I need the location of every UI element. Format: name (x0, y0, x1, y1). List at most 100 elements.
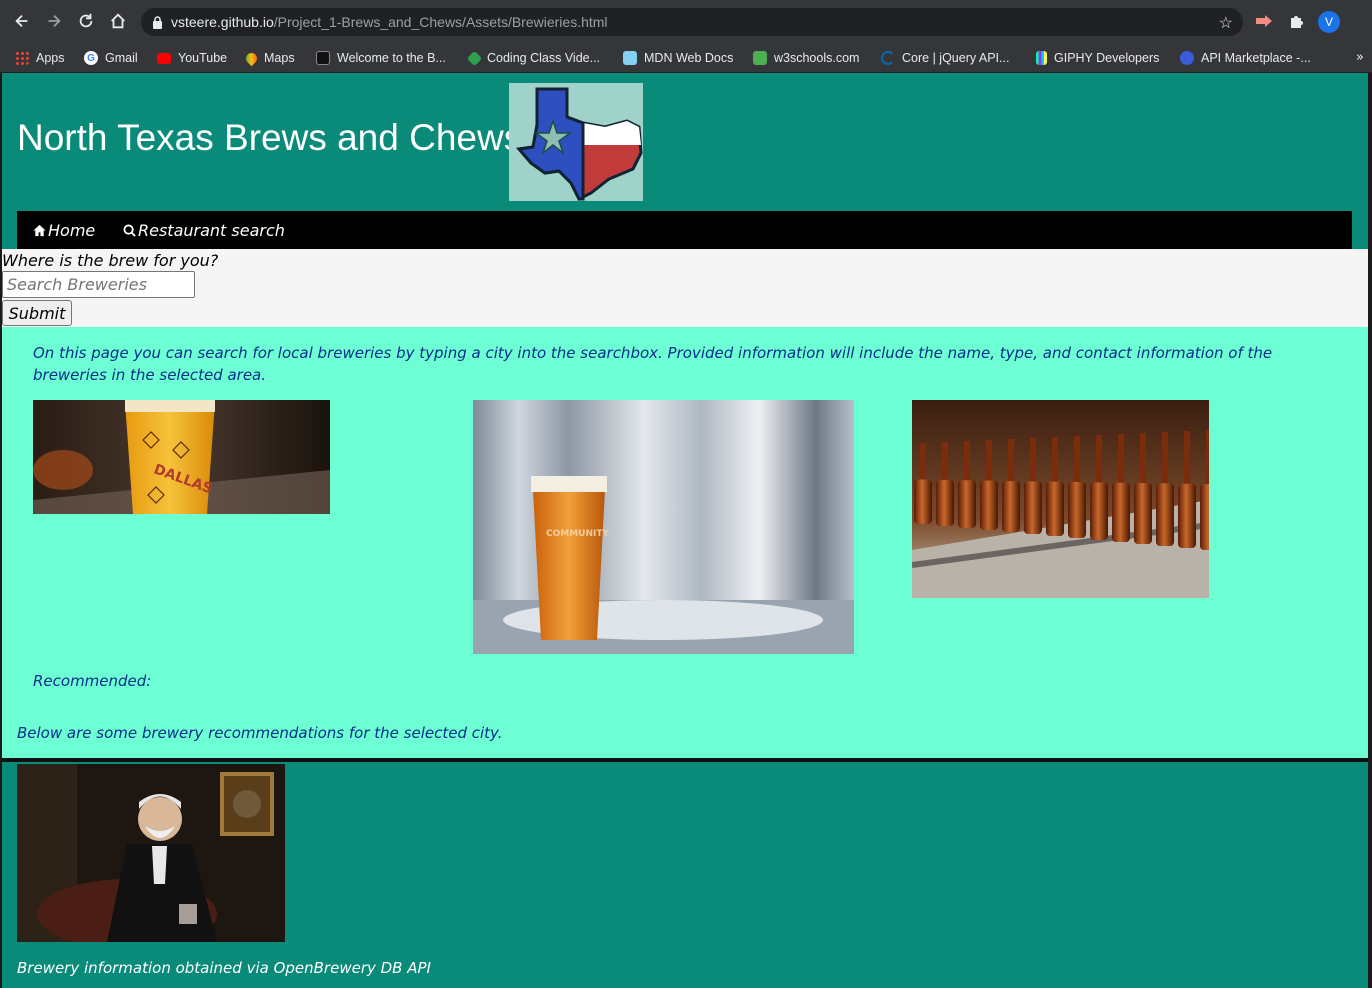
bottle-neck (986, 440, 992, 481)
nav-restaurant-search-link[interactable]: Restaurant search (123, 221, 285, 240)
bookmark-api-marketplace[interactable]: API Marketplace -... (1180, 48, 1311, 68)
bookmark-welcome[interactable]: Welcome to the B... (316, 48, 446, 68)
bottle-shape (1024, 481, 1042, 534)
jquery-icon (881, 51, 895, 65)
bottle-shape (1046, 481, 1064, 536)
bottle-shape (936, 479, 954, 526)
giphy-icon (1036, 51, 1047, 65)
recommendations-description: Below are some brewery recommendations f… (17, 724, 503, 742)
page-title: North Texas Brews and Chews (17, 117, 523, 158)
youtube-icon (157, 52, 171, 64)
bookmark-coding-class[interactable]: Coding Class Vide... (466, 48, 601, 68)
maps-pin-icon (243, 50, 260, 66)
bottle-neck (1030, 438, 1036, 482)
bottle-shape (1068, 481, 1086, 538)
bookmark-label: Core | jQuery API... (902, 51, 1010, 65)
search-form: Where is the brew for you? Submit (2, 249, 1368, 327)
content-section: On this page you can search for local br… (2, 327, 1368, 758)
bookmark-label: YouTube (178, 51, 228, 65)
bookmark-label: w3schools.com (774, 51, 860, 65)
api-credit-text: Brewery information obtained via OpenBre… (17, 959, 431, 977)
bottle-neck (964, 441, 970, 481)
bookmark-maps[interactable]: Maps (243, 48, 295, 68)
bottle-shape (958, 480, 976, 528)
browser-toolbar: vsteere.github.io/Project_1-Brews_and_Ch… (0, 0, 1372, 42)
bottle-shape (1156, 483, 1174, 546)
bookmark-label: API Marketplace -... (1201, 51, 1311, 65)
page-body: North Texas Brews and Chews Home Restaur… (0, 73, 1372, 988)
bookmarks-bar: Apps G Gmail YouTube Maps Welcome to the… (0, 42, 1372, 73)
bookmark-jquery[interactable]: Core | jQuery API... (881, 48, 1009, 68)
bottle-shape (1112, 482, 1130, 542)
url-path: /Project_1-Brews_and_Chews/Assets/Brewie… (273, 14, 608, 30)
puzzle-extensions-icon[interactable] (1288, 12, 1306, 30)
bookmark-apps[interactable]: Apps (15, 48, 65, 68)
bottle-neck (1008, 439, 1014, 481)
lock-icon[interactable] (152, 15, 163, 29)
beer-glass-photo: DALLAS (33, 400, 330, 514)
bookmark-label: Welcome to the B... (337, 51, 446, 65)
bottle-neck (1096, 435, 1102, 483)
bottle-shape (1134, 482, 1152, 544)
more-bookmarks-chevron-icon[interactable]: » (1356, 50, 1364, 65)
extension-red-icon[interactable] (1255, 12, 1273, 30)
main-navbar: Home Restaurant search (17, 211, 1352, 249)
texas-flag-logo (509, 83, 643, 202)
forward-arrow-icon[interactable] (41, 8, 67, 34)
bottle-shape (1200, 484, 1209, 550)
back-arrow-icon[interactable] (9, 8, 35, 34)
bookmark-label: Coding Class Vide... (487, 51, 601, 65)
cube-icon (466, 50, 483, 66)
bookmark-label: GIPHY Developers (1054, 51, 1160, 65)
bottle-neck (1074, 436, 1080, 482)
google-icon: G (84, 51, 98, 65)
bottle-line-photo (912, 400, 1209, 598)
profile-avatar[interactable]: V (1318, 11, 1340, 33)
home-icon[interactable] (105, 8, 131, 34)
recommended-label: Recommended: (33, 672, 152, 690)
bookmark-label: MDN Web Docs (644, 51, 734, 65)
bottle-neck (1162, 432, 1168, 484)
nav-home-link[interactable]: Home (33, 221, 95, 240)
w3schools-icon (753, 51, 767, 65)
bottle-neck (1140, 433, 1146, 483)
pint-print-text: COMMUNITY (546, 529, 609, 539)
bookmark-label: Gmail (105, 51, 138, 65)
bottle-shape (1090, 482, 1108, 540)
nav-home-label: Home (48, 221, 96, 240)
bottle-neck (1184, 431, 1190, 484)
bookmark-w3schools[interactable]: w3schools.com (753, 48, 859, 68)
bookmark-youtube[interactable]: YouTube (157, 48, 227, 68)
bookmark-giphy[interactable]: GIPHY Developers (1036, 48, 1159, 68)
bottle-shape (980, 480, 998, 530)
apps-grid-icon (15, 51, 29, 65)
bottle-shape (914, 479, 932, 524)
pint-glass-photo: COMMUNITY (473, 400, 854, 654)
bottle-neck (920, 443, 926, 480)
mdn-icon (623, 51, 637, 65)
bottle-neck (1118, 434, 1124, 483)
bookmark-gmail[interactable]: G Gmail (84, 48, 138, 68)
reload-icon[interactable] (73, 8, 99, 34)
bottle-shape (1178, 483, 1196, 548)
bookmark-label: Maps (264, 51, 295, 65)
bottle-neck (1206, 430, 1209, 484)
bottle-neck (1052, 437, 1058, 482)
bottle-shape (1002, 480, 1020, 532)
submit-button[interactable]: Submit (2, 300, 72, 326)
book-icon (316, 51, 330, 65)
bookmark-star-icon[interactable]: ☆ (1219, 13, 1233, 33)
search-icon (123, 224, 136, 237)
home-icon (33, 224, 46, 237)
address-bar[interactable]: vsteere.github.io/Project_1-Brews_and_Ch… (141, 8, 1243, 36)
bottle-neck (942, 442, 948, 480)
brewery-search-input[interactable] (2, 271, 195, 298)
bookmark-label: Apps (36, 51, 65, 65)
url-host: vsteere.github.io (171, 14, 274, 30)
footer-divider (2, 758, 1368, 762)
man-in-armchair-photo (17, 764, 285, 942)
intro-text: On this page you can search for local br… (33, 344, 1273, 384)
bookmark-mdn[interactable]: MDN Web Docs (623, 48, 733, 68)
api-icon (1180, 51, 1194, 65)
search-prompt: Where is the brew for you? (2, 251, 219, 270)
